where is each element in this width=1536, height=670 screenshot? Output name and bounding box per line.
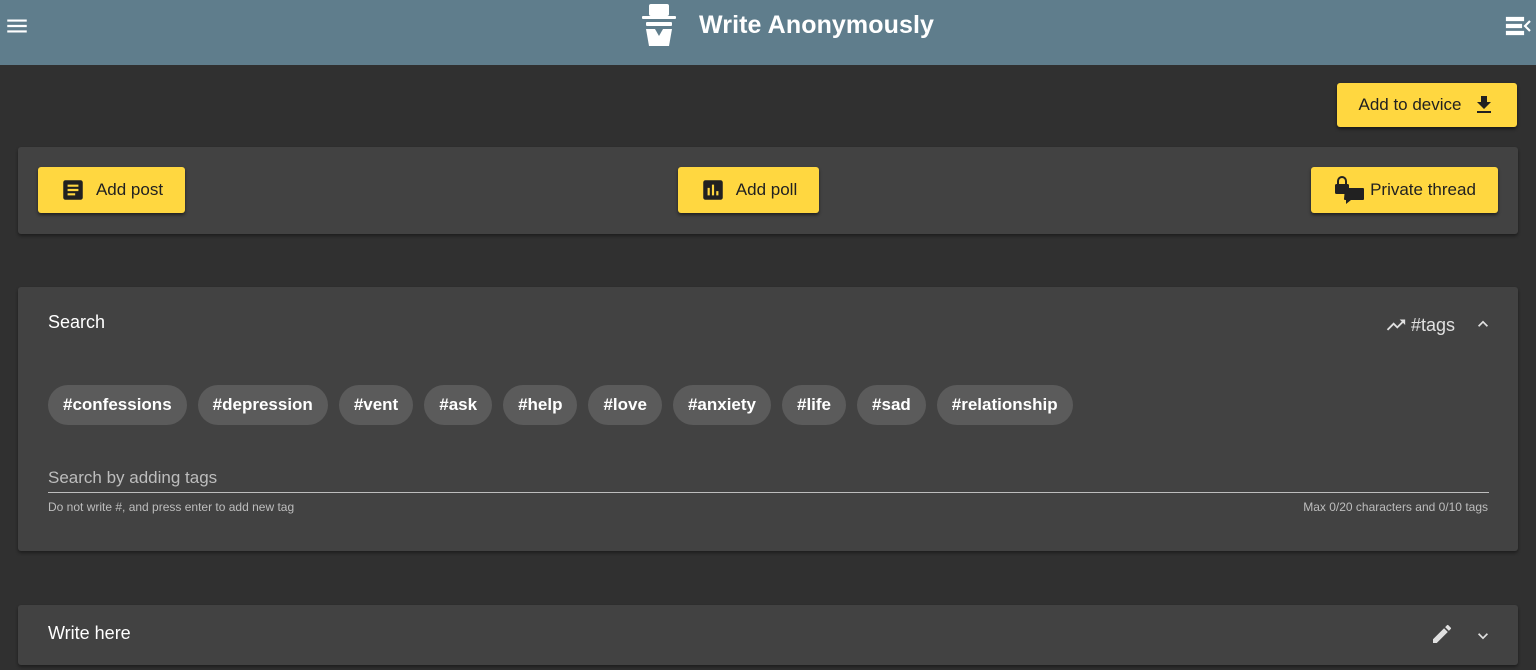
write-panel[interactable]: Write here — [18, 605, 1518, 665]
download-icon — [1476, 96, 1491, 113]
tag-search-input[interactable] — [48, 463, 1489, 493]
tag-chip[interactable]: #relationship — [936, 385, 1073, 425]
article-icon — [63, 180, 83, 200]
app-header: Write Anonymously — [0, 0, 1536, 65]
add-post-label: Add post — [95, 180, 164, 199]
add-to-device-button[interactable]: Add to device — [1337, 83, 1517, 127]
add-poll-label: Add poll — [735, 180, 798, 199]
tag-chip[interactable]: #life — [782, 385, 847, 425]
tag-chip[interactable]: #anxiety — [672, 385, 771, 425]
tag-chip[interactable]: #love — [588, 385, 662, 425]
poll-icon — [703, 180, 723, 200]
trending-up-icon — [1386, 319, 1406, 331]
tag-chips: #confessions #depression #vent #ask #hel… — [48, 385, 1084, 425]
tag-chip[interactable]: #depression — [197, 385, 328, 425]
menu-open-icon[interactable] — [1505, 13, 1533, 39]
post-actions-card: Add post Add poll Private thread — [18, 147, 1518, 234]
private-thread-button[interactable]: Private thread — [1311, 167, 1498, 213]
trending-tags-button[interactable]: #tags — [1382, 314, 1455, 336]
add-poll-button[interactable]: Add poll — [678, 167, 819, 213]
chevron-up-icon[interactable] — [1473, 314, 1493, 334]
tag-input-hint: Do not write #, and press enter to add n… — [48, 500, 295, 514]
private-thread-label: Private thread — [1370, 180, 1476, 199]
tag-input-counter: Max 0/20 characters and 0/10 tags — [1303, 500, 1488, 514]
brand[interactable]: Write Anonymously — [640, 3, 934, 47]
trending-tags-label: #tags — [1411, 314, 1456, 335]
tag-chip[interactable]: #confessions — [48, 385, 187, 425]
search-title: Search — [48, 312, 106, 332]
tag-chip[interactable]: #ask — [424, 385, 493, 425]
tag-chip[interactable]: #vent — [338, 385, 414, 425]
chevron-down-icon[interactable] — [1473, 626, 1493, 646]
tag-chip[interactable]: #sad — [857, 385, 926, 425]
app-title: Write Anonymously — [699, 10, 935, 39]
add-post-button[interactable]: Add post — [38, 167, 185, 213]
incognito-icon — [642, 4, 676, 46]
tag-chip[interactable]: #help — [503, 385, 578, 425]
write-title: Write here — [48, 623, 131, 643]
add-to-device-label: Add to device — [1358, 95, 1462, 114]
pencil-icon[interactable] — [1430, 622, 1454, 646]
menu-icon[interactable] — [4, 13, 30, 39]
private-chat-icon — [1335, 176, 1365, 204]
search-panel: Search #tags #confessions #depression #v… — [18, 287, 1518, 551]
